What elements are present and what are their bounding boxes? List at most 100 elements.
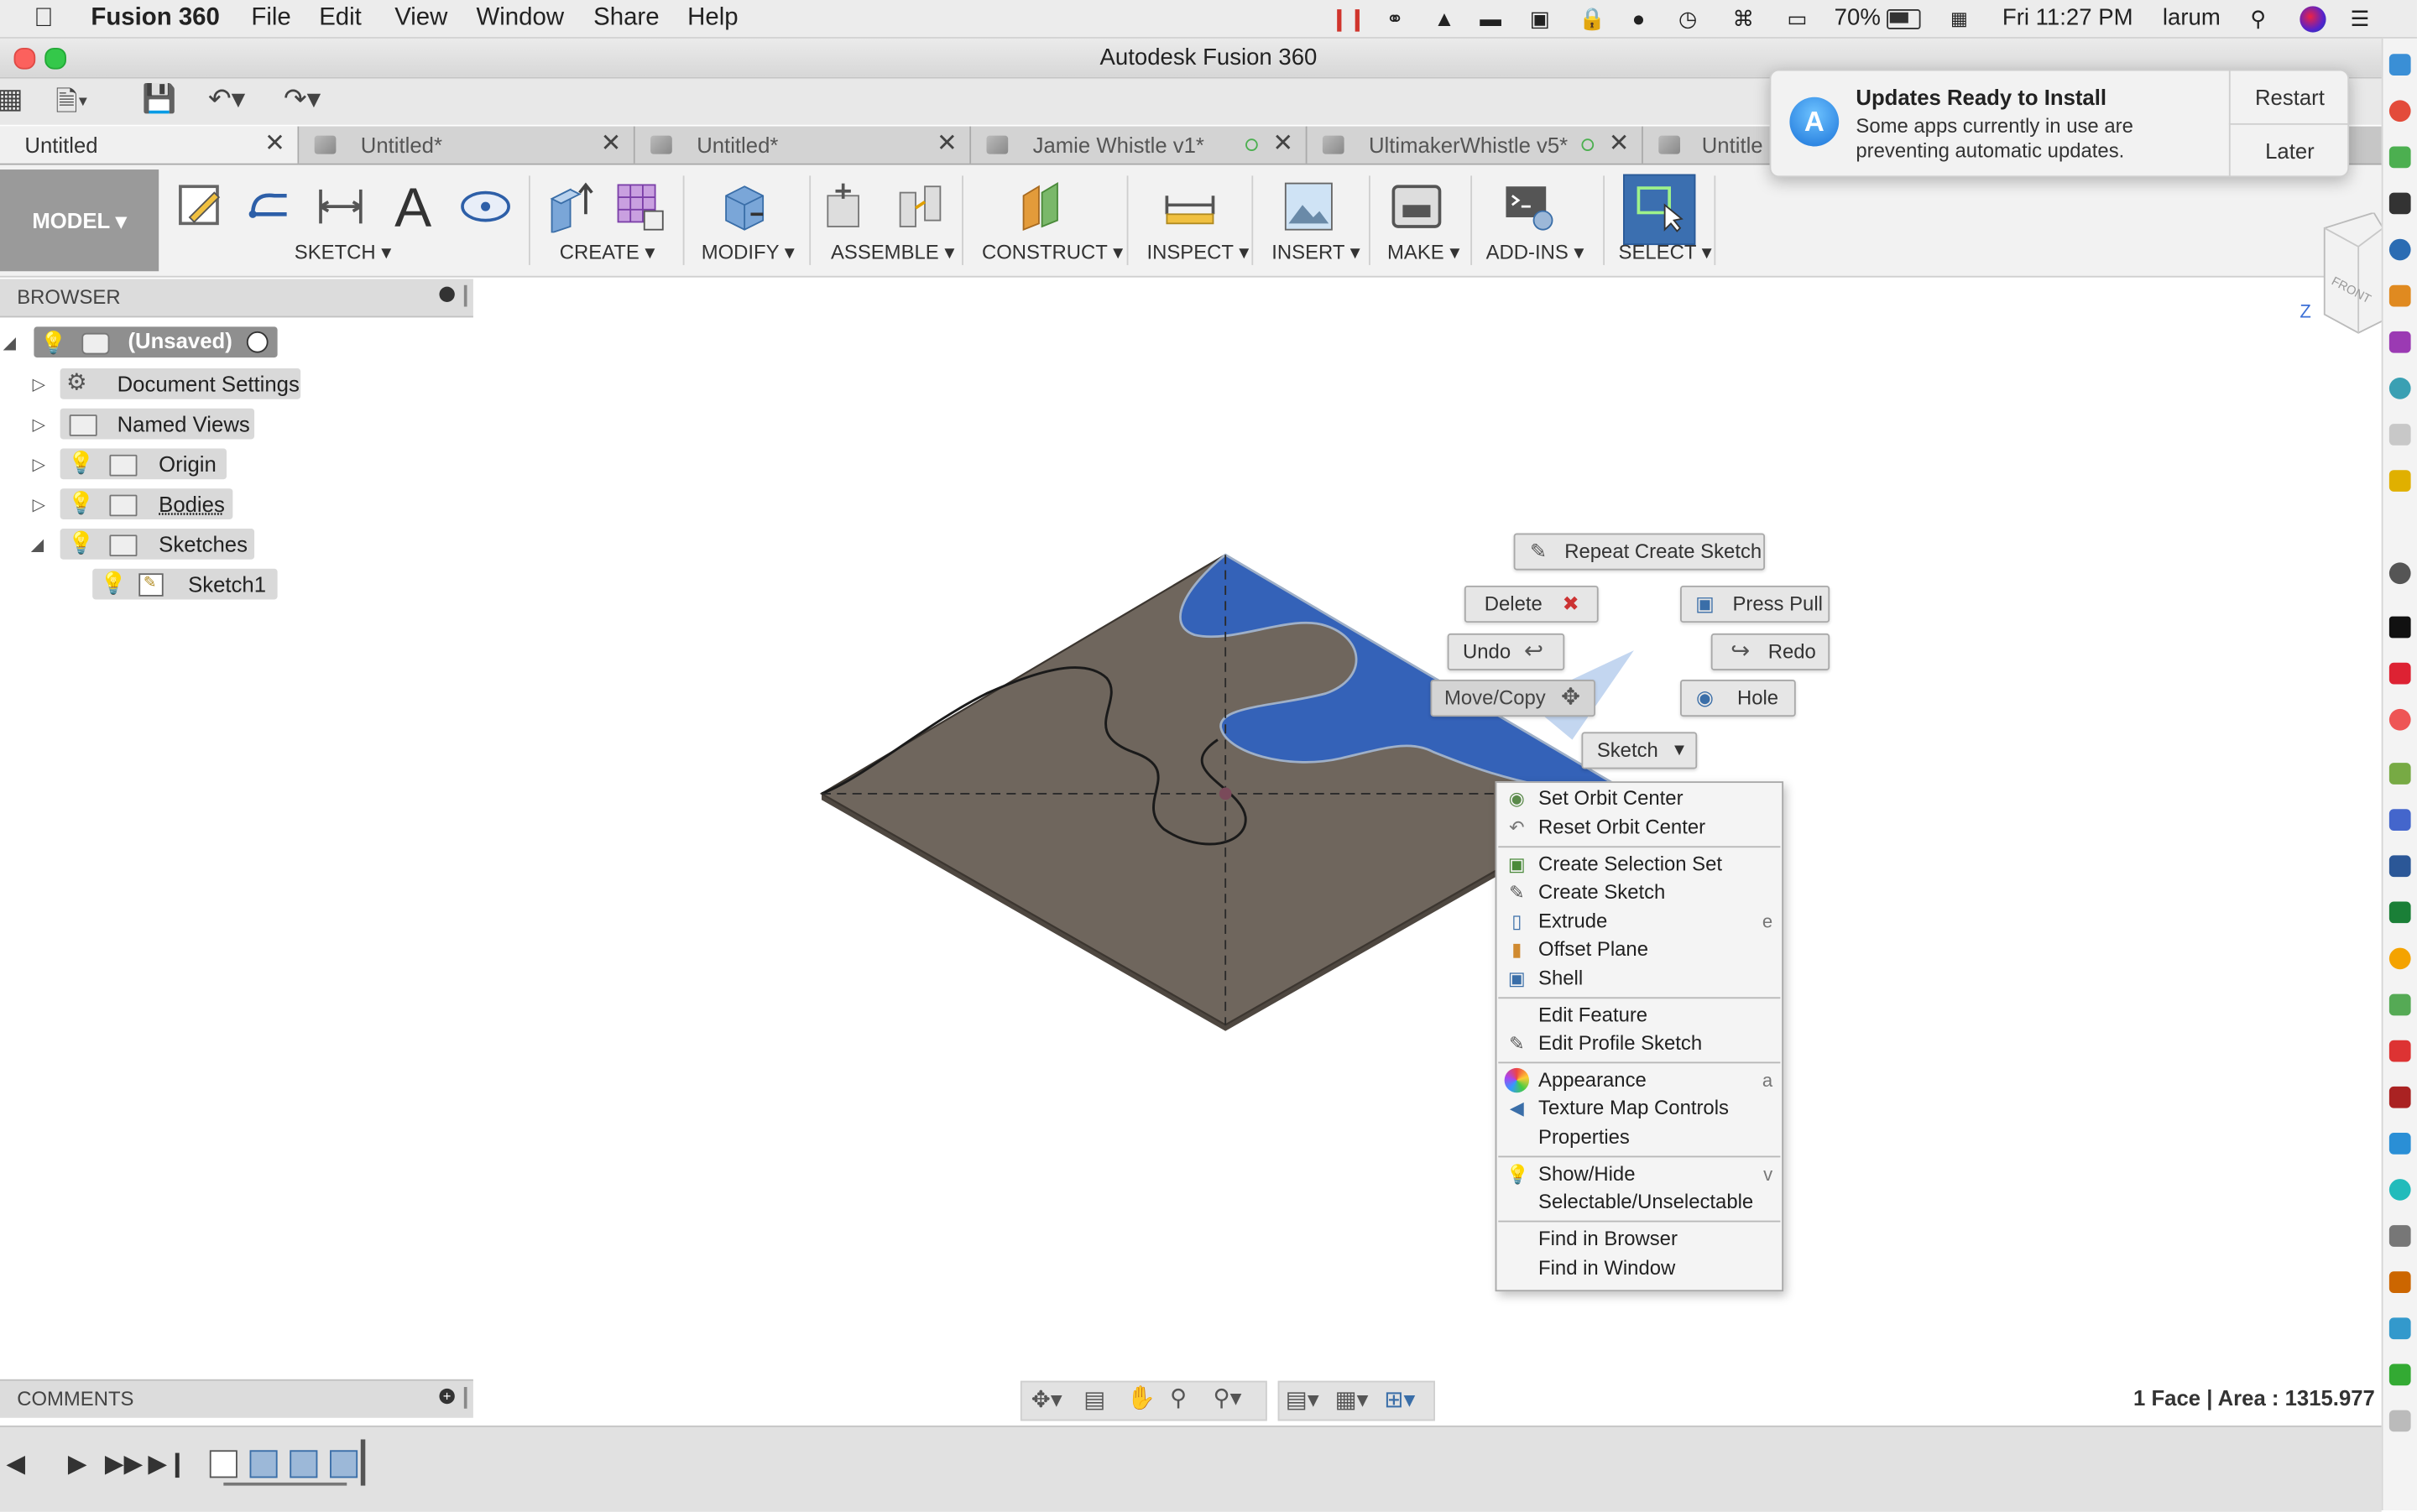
siri-icon[interactable] [2300, 6, 2326, 32]
extrude-icon[interactable] [546, 180, 598, 232]
dock-app-icon[interactable] [2389, 1225, 2411, 1247]
doc-tab-untitled-2[interactable]: Untitled* ✕ [299, 127, 634, 164]
dock-app-icon[interactable] [2389, 1179, 2411, 1201]
menu-item-appearance[interactable]: Appearance a [1496, 1066, 1782, 1094]
sketch-dropdown-button[interactable]: Sketch ▼ [1581, 732, 1697, 769]
dock-app-icon[interactable] [2389, 146, 2411, 168]
menubar-user[interactable]: larum [2163, 3, 2221, 34]
visibility-bulb-icon[interactable]: 💡 [68, 530, 95, 556]
visibility-bulb-icon[interactable]: 💡 [40, 330, 67, 356]
create-sketch-icon[interactable] [175, 180, 227, 232]
doc-tab-untitled[interactable]: Untitled ✕ [0, 127, 299, 164]
expand-icon[interactable]: ▷ [33, 414, 46, 435]
doc-tab-untitled-6[interactable]: Untitle [1643, 127, 1783, 164]
offset-plane-icon[interactable] [1017, 180, 1069, 232]
go-to-start-icon[interactable]: ◀ [6, 1448, 25, 1479]
redo-button[interactable]: ↪ Redo [1711, 633, 1830, 670]
measure-icon[interactable] [1164, 180, 1216, 232]
battery-icon[interactable] [1887, 9, 1920, 29]
close-tab-icon[interactable]: ✕ [1609, 127, 1630, 164]
dock-app-icon[interactable] [2389, 378, 2411, 399]
dock-app-icon[interactable] [2389, 54, 2411, 76]
insert-menu[interactable]: INSERT ▾ [1271, 241, 1360, 265]
modify-menu[interactable]: MODIFY ▾ [702, 241, 795, 265]
browser-item-sketch1[interactable]: 💡 ✎ Sketch1 [92, 569, 277, 600]
dock-app-icon[interactable] [2389, 1087, 2411, 1108]
workspace-switcher[interactable]: MODEL ▾ [0, 169, 159, 271]
step-forward-icon[interactable]: ▶▶ [105, 1448, 143, 1479]
fit-zoom-icon[interactable]: ⚲▾ [1213, 1384, 1241, 1411]
airplay-icon[interactable]: ▭ [1783, 6, 1811, 30]
close-tab-icon[interactable]: ✕ [601, 127, 622, 164]
menu-item-shell[interactable]: ▣ Shell [1496, 965, 1782, 993]
browser-item-bodies[interactable]: 💡 Bodies [60, 488, 233, 519]
delete-button[interactable]: Delete ✖ [1464, 586, 1599, 623]
play-icon[interactable]: ▶ [68, 1448, 87, 1479]
panel-pin-icon[interactable] [464, 285, 467, 307]
timeline-extrude-feature-icon[interactable] [250, 1450, 278, 1478]
press-pull-button[interactable]: ▣ Press Pull [1680, 586, 1830, 623]
apple-menu-icon[interactable]:  [34, 3, 53, 34]
insert-image-icon[interactable] [1282, 180, 1334, 232]
browser-panel-header[interactable]: BROWSER [0, 279, 473, 317]
dock-app-icon[interactable] [2389, 994, 2411, 1016]
parallels-pause-icon[interactable]: ❙❙ [1330, 6, 1358, 30]
menu-item-set-orbit-center[interactable]: ◉ Set Orbit Center [1496, 785, 1782, 812]
dock-app-icon[interactable] [2389, 424, 2411, 446]
timeline-sketch-feature-icon[interactable] [210, 1450, 238, 1478]
dock-app-icon[interactable] [2389, 709, 2411, 731]
file-menu-icon[interactable]: 🗎▾ [55, 83, 88, 129]
move-copy-button[interactable]: Move/Copy ✥ [1430, 680, 1595, 717]
dock-app-icon[interactable] [2389, 1040, 2411, 1062]
line-tool-icon[interactable] [243, 180, 295, 232]
time-machine-icon[interactable]: ◷ [1674, 6, 1702, 30]
pan-hand-icon[interactable]: ✋ [1127, 1384, 1156, 1411]
browser-item-sketches[interactable]: 💡 Sketches [60, 529, 254, 560]
assemble-menu[interactable]: ASSEMBLE ▾ [831, 241, 954, 265]
wifi-icon[interactable]: ⌘ [1730, 6, 1757, 30]
dimension-tool-icon[interactable] [315, 180, 367, 232]
spotlight-search-icon[interactable]: ⚲ [2244, 6, 2272, 30]
view-cube[interactable]: FRONT Z [2297, 212, 2383, 336]
menu-item-selectable[interactable]: Selectable/Unselectable [1496, 1188, 1782, 1216]
dock-app-icon[interactable] [2389, 948, 2411, 970]
dock-app-icon[interactable] [2389, 331, 2411, 353]
dock-app-icon[interactable] [2389, 1133, 2411, 1155]
3d-print-icon[interactable] [1391, 180, 1443, 232]
redo-icon[interactable]: ↷▾ [284, 83, 321, 116]
dock-app-icon[interactable] [2389, 763, 2411, 785]
later-button[interactable]: Later [2229, 125, 2349, 177]
dock-app-icon[interactable] [2389, 1271, 2411, 1293]
doc-tab-untitled-3[interactable]: Untitled* ✕ [635, 127, 971, 164]
expand-icon[interactable]: ▷ [33, 374, 46, 394]
collapse-panel-icon[interactable] [439, 287, 454, 302]
dock-app-icon[interactable] [2389, 855, 2411, 877]
dock-app-icon[interactable] [2389, 562, 2411, 584]
timeline-extrude-feature-icon[interactable] [330, 1450, 358, 1478]
browser-item-document-settings[interactable]: ⚙ Document Settings [60, 368, 301, 399]
data-panel-icon[interactable]: ▦ [0, 83, 23, 116]
browser-root-node[interactable]: 💡 (Unsaved) [34, 326, 277, 357]
new-component-icon[interactable] [822, 180, 874, 232]
menu-share[interactable]: Share [593, 3, 659, 34]
dock-app-icon[interactable] [2389, 1410, 2411, 1432]
dock-app-icon[interactable] [2389, 285, 2411, 307]
joint-icon[interactable] [894, 180, 946, 232]
timeline-extrude-feature-icon[interactable] [290, 1450, 317, 1478]
notification-center-icon[interactable]: ☰ [2346, 6, 2373, 30]
menubar-app-icon[interactable]: ▬ [1477, 6, 1505, 30]
visibility-bulb-icon[interactable]: 💡 [68, 490, 95, 516]
display-settings-icon[interactable]: ▤▾ [1286, 1385, 1319, 1413]
inspect-menu[interactable]: INSPECT ▾ [1147, 241, 1250, 265]
menu-item-create-sketch[interactable]: ✎ Create Sketch [1496, 879, 1782, 906]
us-flag-icon[interactable]: ▦ [1945, 6, 1973, 30]
visibility-bulb-icon[interactable]: 💡 [100, 571, 127, 597]
undo-button[interactable]: Undo ↩ [1448, 633, 1565, 670]
doc-tab-jamie-whistle[interactable]: Jamie Whistle v1* ✕ [971, 127, 1307, 164]
menu-window[interactable]: Window [477, 3, 565, 34]
dock-app-icon[interactable] [2389, 470, 2411, 492]
dock-app-icon[interactable] [2389, 1317, 2411, 1339]
menu-item-edit-profile-sketch[interactable]: ✎ Edit Profile Sketch [1496, 1030, 1782, 1057]
dock-app-icon[interactable] [2389, 100, 2411, 122]
menu-help[interactable]: Help [687, 3, 738, 34]
